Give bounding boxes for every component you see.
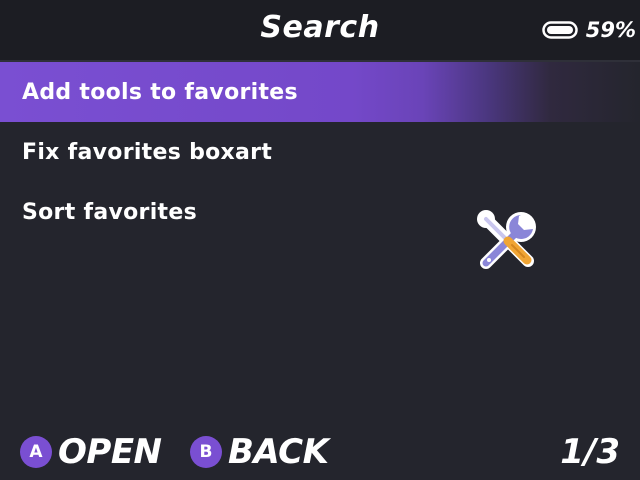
back-hint[interactable]: B BACK	[190, 432, 329, 472]
battery-icon	[541, 21, 578, 39]
battery-percent: 59%	[585, 18, 636, 42]
menu-list: Add tools to favorites Fix favorites box…	[0, 62, 640, 242]
page-indicator: 1/3	[560, 432, 620, 472]
open-label: OPEN	[58, 432, 162, 472]
header-bar: Search 59%	[0, 0, 640, 62]
open-hint[interactable]: A OPEN	[20, 432, 162, 472]
menu-item-sort-favorites[interactable]: Sort favorites	[0, 182, 640, 242]
tools-icon	[477, 210, 536, 269]
menu-item-label: Fix favorites boxart	[22, 139, 273, 165]
a-button-icon: A	[20, 436, 52, 468]
menu-item-label: Sort favorites	[22, 199, 197, 225]
menu-item-fix-favorites-boxart[interactable]: Fix favorites boxart	[0, 122, 640, 182]
battery-status: 59%	[541, 18, 636, 42]
menu-item-add-tools-to-favorites[interactable]: Add tools to favorites	[0, 62, 640, 122]
menu-item-label: Add tools to favorites	[22, 79, 298, 105]
b-button-icon: B	[190, 436, 222, 468]
footer-bar: A OPEN B BACK 1/3	[0, 428, 640, 480]
back-label: BACK	[228, 432, 329, 472]
